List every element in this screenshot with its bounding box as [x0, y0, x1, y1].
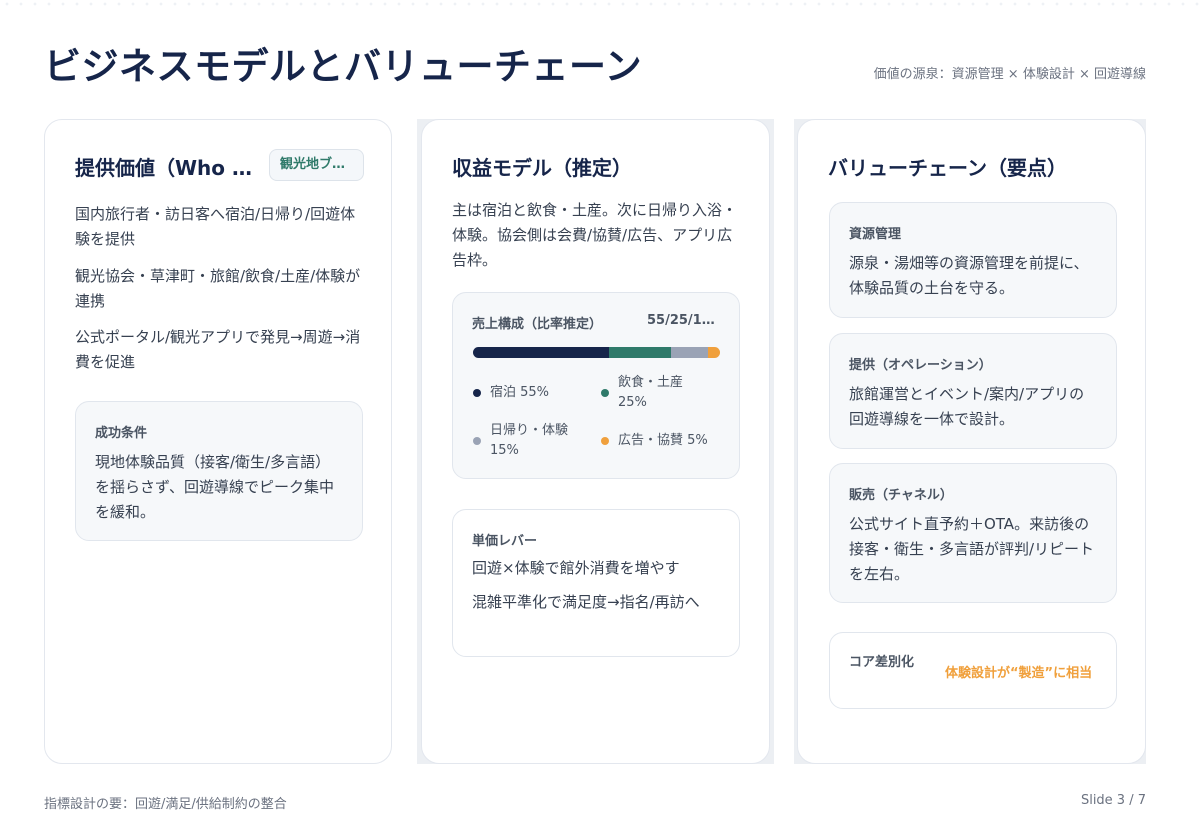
- revenue-mix-box: 売上構成（比率推定） 55/25/15/5 宿泊 55% 飲食・土産 25% 日…: [452, 292, 740, 479]
- revenue-description: 主は宿泊と飲食・土産。次に日帰り入浴・体験。協会側は会費/協賛/広告、アプリ広告…: [452, 201, 738, 269]
- chain-step-text: 旅館運営とイベント/案内/アプリの回遊導線を一体で設計。: [849, 385, 1085, 428]
- legend-dot: [601, 389, 609, 397]
- footer-note: 指標設計の要：回遊/満足/供給制約の整合: [44, 797, 287, 812]
- value-panel-title: 提供価値（Who / What）: [75, 156, 253, 180]
- revenue-mix-bar: [473, 347, 720, 358]
- legend-label: 宿泊 55%: [490, 385, 550, 400]
- unit-price-lever-label: 単価レバー: [472, 534, 538, 549]
- lever-item: 混雑平準化で満足度→指名/再訪へ: [472, 593, 700, 611]
- revenue-mix-segment-0: [473, 347, 609, 358]
- chain-step-label: 販売（チャネル）: [849, 488, 953, 503]
- value-chain-title: バリューチェーン（要点）: [828, 156, 1067, 180]
- revenue-mix-label: 売上構成（比率推定）: [472, 317, 603, 332]
- chain-step-operation: 提供（オペレーション） 旅館運営とイベント/案内/アプリの回遊導線を一体で設計。: [829, 333, 1117, 449]
- chain-step-text: 源泉・湯畑等の資源管理を前提に、体験品質の土台を守る。: [849, 254, 1089, 297]
- chain-step-resource: 資源管理 源泉・湯畑等の資源管理を前提に、体験品質の土台を守る。: [829, 202, 1117, 318]
- value-chain-panel: バリューチェーン（要点） 資源管理 源泉・湯畑等の資源管理を前提に、体験品質の土…: [797, 119, 1146, 764]
- revenue-panel: 収益モデル（推定） 主は宿泊と飲食・土産。次に日帰り入浴・体験。協会側は会費/協…: [421, 119, 770, 764]
- revenue-mix-segment-3: [707, 347, 720, 358]
- page-subtitle: 価値の源泉：資源管理 × 体験設計 × 回遊導線: [873, 67, 1146, 82]
- legend-label: 広告・協賛 5%: [618, 433, 708, 448]
- legend-label: 日帰り・体験 15%: [490, 423, 569, 458]
- legend-dot: [473, 437, 481, 445]
- value-point: 国内旅行者・訪日客へ宿泊/日帰り/回遊体験を提供: [75, 205, 356, 248]
- revenue-mix-segment-1: [608, 347, 671, 358]
- legend-dot: [473, 389, 481, 397]
- value-tag-badge: 観光地ブランド: [269, 149, 364, 181]
- revenue-panel-title: 収益モデル（推定）: [452, 156, 632, 180]
- value-point: 観光協会・草津町・旅館/飲食/土産/体験が連携: [75, 267, 361, 310]
- success-condition-label: 成功条件: [95, 426, 148, 441]
- lever-item: 回遊×体験で館外消費を増やす: [472, 559, 680, 577]
- core-differentiation-value: 体験設計が“製造”に相当: [945, 666, 1093, 681]
- value-panel: 提供価値（Who / What） 観光地ブランド 国内旅行者・訪日客へ宿泊/日帰…: [44, 119, 392, 764]
- chain-step-label: 提供（オペレーション）: [849, 358, 992, 373]
- core-differentiation-box: コア差別化 体験設計が“製造”に相当: [829, 632, 1117, 709]
- top-decoration: [0, 0, 1200, 8]
- page-title: ビジネスモデルとバリューチェーン: [44, 45, 643, 88]
- success-condition-text: 現地体験品質（接客/衛生/多言語）を揺らさず、回遊導線でピーク集中を緩和。: [95, 453, 334, 521]
- revenue-mix-ratio: 55/25/15/5: [647, 313, 723, 328]
- revenue-mix-segment-2: [670, 347, 708, 358]
- legend-label: 飲食・土産 25%: [618, 375, 684, 410]
- core-differentiation-label: コア差別化: [849, 655, 915, 670]
- success-condition-box: 成功条件 現地体験品質（接客/衛生/多言語）を揺らさず、回遊導線でピーク集中を緩…: [75, 401, 363, 541]
- value-point: 公式ポータル/観光アプリで発見→周遊→消費を促進: [75, 328, 361, 371]
- legend-dot: [601, 437, 609, 445]
- chain-step-text: 公式サイト直予約＋OTA。来訪後の接客・衛生・多言語が評判/リピートを左右。: [849, 515, 1095, 583]
- slide-number: Slide 3 / 7: [1080, 793, 1146, 808]
- chain-step-channel: 販売（チャネル） 公式サイト直予約＋OTA。来訪後の接客・衛生・多言語が評判/リ…: [829, 463, 1117, 603]
- chain-step-label: 資源管理: [849, 227, 902, 242]
- unit-price-lever-box: 単価レバー 回遊×体験で館外消費を増やす 混雑平準化で満足度→指名/再訪へ: [452, 509, 740, 657]
